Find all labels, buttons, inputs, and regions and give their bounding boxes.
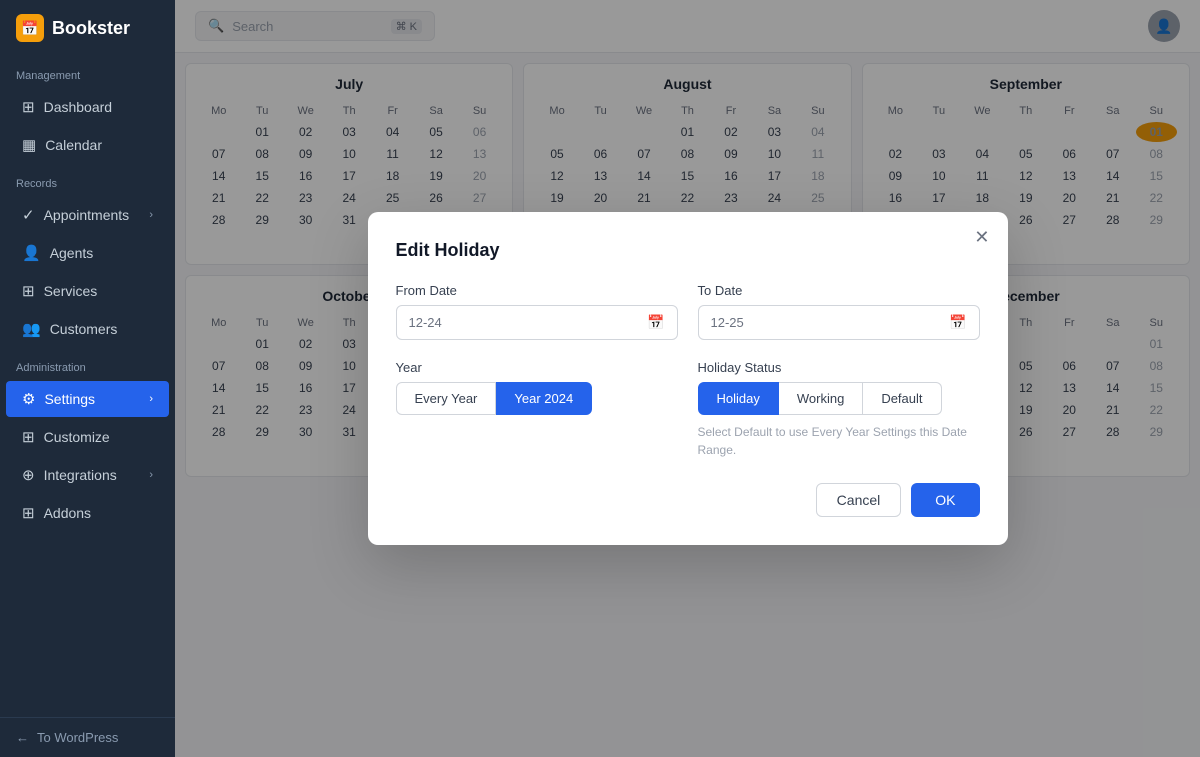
- sidebar-item-label: Customers: [50, 321, 118, 337]
- status-hint: Select Default to use Every Year Setting…: [698, 423, 980, 459]
- ok-button[interactable]: OK: [911, 483, 979, 517]
- app-logo: 📅 Bookster: [0, 0, 175, 56]
- customers-icon: 👥: [22, 320, 41, 338]
- sidebar-item-dashboard[interactable]: ⊞ Dashboard: [6, 89, 169, 125]
- customize-icon: ⊞: [22, 428, 35, 446]
- cancel-button[interactable]: Cancel: [816, 483, 902, 517]
- from-date-value: 12-24: [409, 315, 442, 330]
- sidebar-item-label: Integrations: [44, 467, 117, 483]
- modal-date-row: From Date 12-24 📅 To Date 12-25 📅: [396, 283, 980, 340]
- sidebar-item-label: Customize: [44, 429, 110, 445]
- sidebar-item-label: Settings: [44, 391, 95, 407]
- modal-title: Edit Holiday: [396, 240, 980, 261]
- records-section-label: Records: [0, 164, 175, 196]
- calendar-icon: ▦: [22, 136, 36, 154]
- sidebar-bottom: ← To WordPress: [0, 717, 175, 757]
- sidebar-item-label: Addons: [44, 505, 91, 521]
- from-date-label: From Date: [396, 283, 678, 298]
- appointments-icon: ✓: [22, 206, 35, 224]
- sidebar-item-customers[interactable]: 👥 Customers: [6, 311, 169, 347]
- status-field: Holiday Status Holiday Working Default S…: [698, 360, 980, 459]
- calendar-input-icon: 📅: [647, 314, 664, 331]
- default-status-button[interactable]: Default: [863, 382, 941, 415]
- sidebar-item-label: Calendar: [45, 137, 102, 153]
- sidebar-item-customize[interactable]: ⊞ Customize: [6, 419, 169, 455]
- to-date-label: To Date: [698, 283, 980, 298]
- logo-icon: 📅: [16, 14, 44, 42]
- sidebar-item-appointments[interactable]: ✓ Appointments ›: [6, 197, 169, 233]
- edit-holiday-modal: Edit Holiday ✕ From Date 12-24 📅 To Date…: [368, 212, 1008, 545]
- sidebar: 📅 Bookster Management ⊞ Dashboard ▦ Cale…: [0, 0, 175, 757]
- status-label: Holiday Status: [698, 360, 980, 375]
- sidebar-item-label: Appointments: [44, 207, 130, 223]
- addons-icon: ⊞: [22, 504, 35, 522]
- main-area: 🔍 Search ⌘ K 👤 JulyMoTuWeThFrSaSu0102030…: [175, 0, 1200, 757]
- calendar-input-icon-2: 📅: [949, 314, 966, 331]
- to-date-input[interactable]: 12-25 📅: [698, 305, 980, 340]
- sidebar-item-label: Dashboard: [44, 99, 113, 115]
- sidebar-item-calendar[interactable]: ▦ Calendar: [6, 127, 169, 163]
- from-date-input[interactable]: 12-24 📅: [396, 305, 678, 340]
- to-date-value: 12-25: [711, 315, 744, 330]
- dashboard-icon: ⊞: [22, 98, 35, 116]
- holiday-status-button[interactable]: Holiday: [698, 382, 779, 415]
- year-2024-button[interactable]: Year 2024: [496, 382, 592, 415]
- chevron-right-icon: ›: [149, 469, 153, 481]
- sidebar-item-agents[interactable]: 👤 Agents: [6, 235, 169, 271]
- sidebar-item-settings[interactable]: ⚙ Settings ›: [6, 381, 169, 417]
- chevron-right-icon: ›: [149, 393, 153, 405]
- sidebar-item-integrations[interactable]: ⊕ Integrations ›: [6, 457, 169, 493]
- year-toggle: Every Year Year 2024: [396, 382, 678, 415]
- back-label: To WordPress: [37, 730, 118, 745]
- sidebar-item-addons[interactable]: ⊞ Addons: [6, 495, 169, 531]
- back-arrow-icon: ←: [16, 730, 29, 745]
- services-icon: ⊞: [22, 282, 35, 300]
- sidebar-item-label: Services: [44, 283, 98, 299]
- sidebar-item-label: Agents: [50, 245, 94, 261]
- agents-icon: 👤: [22, 244, 41, 262]
- integrations-icon: ⊕: [22, 466, 35, 484]
- status-toggle: Holiday Working Default: [698, 382, 980, 415]
- sidebar-item-services[interactable]: ⊞ Services: [6, 273, 169, 309]
- every-year-button[interactable]: Every Year: [396, 382, 497, 415]
- working-status-button[interactable]: Working: [779, 382, 863, 415]
- modal-footer: Cancel OK: [396, 483, 980, 517]
- close-button[interactable]: ✕: [974, 228, 989, 246]
- app-name: Bookster: [52, 18, 130, 39]
- year-field: Year Every Year Year 2024: [396, 360, 678, 459]
- administration-section-label: Administration: [0, 348, 175, 380]
- year-label: Year: [396, 360, 678, 375]
- management-section-label: Management: [0, 56, 175, 88]
- back-to-wordpress[interactable]: ← To WordPress: [16, 730, 159, 745]
- to-date-field: To Date 12-25 📅: [698, 283, 980, 340]
- chevron-right-icon: ›: [149, 209, 153, 221]
- modal-options-row: Year Every Year Year 2024 Holiday Status…: [396, 360, 980, 459]
- from-date-field: From Date 12-24 📅: [396, 283, 678, 340]
- settings-icon: ⚙: [22, 390, 35, 408]
- modal-overlay: Edit Holiday ✕ From Date 12-24 📅 To Date…: [175, 0, 1200, 757]
